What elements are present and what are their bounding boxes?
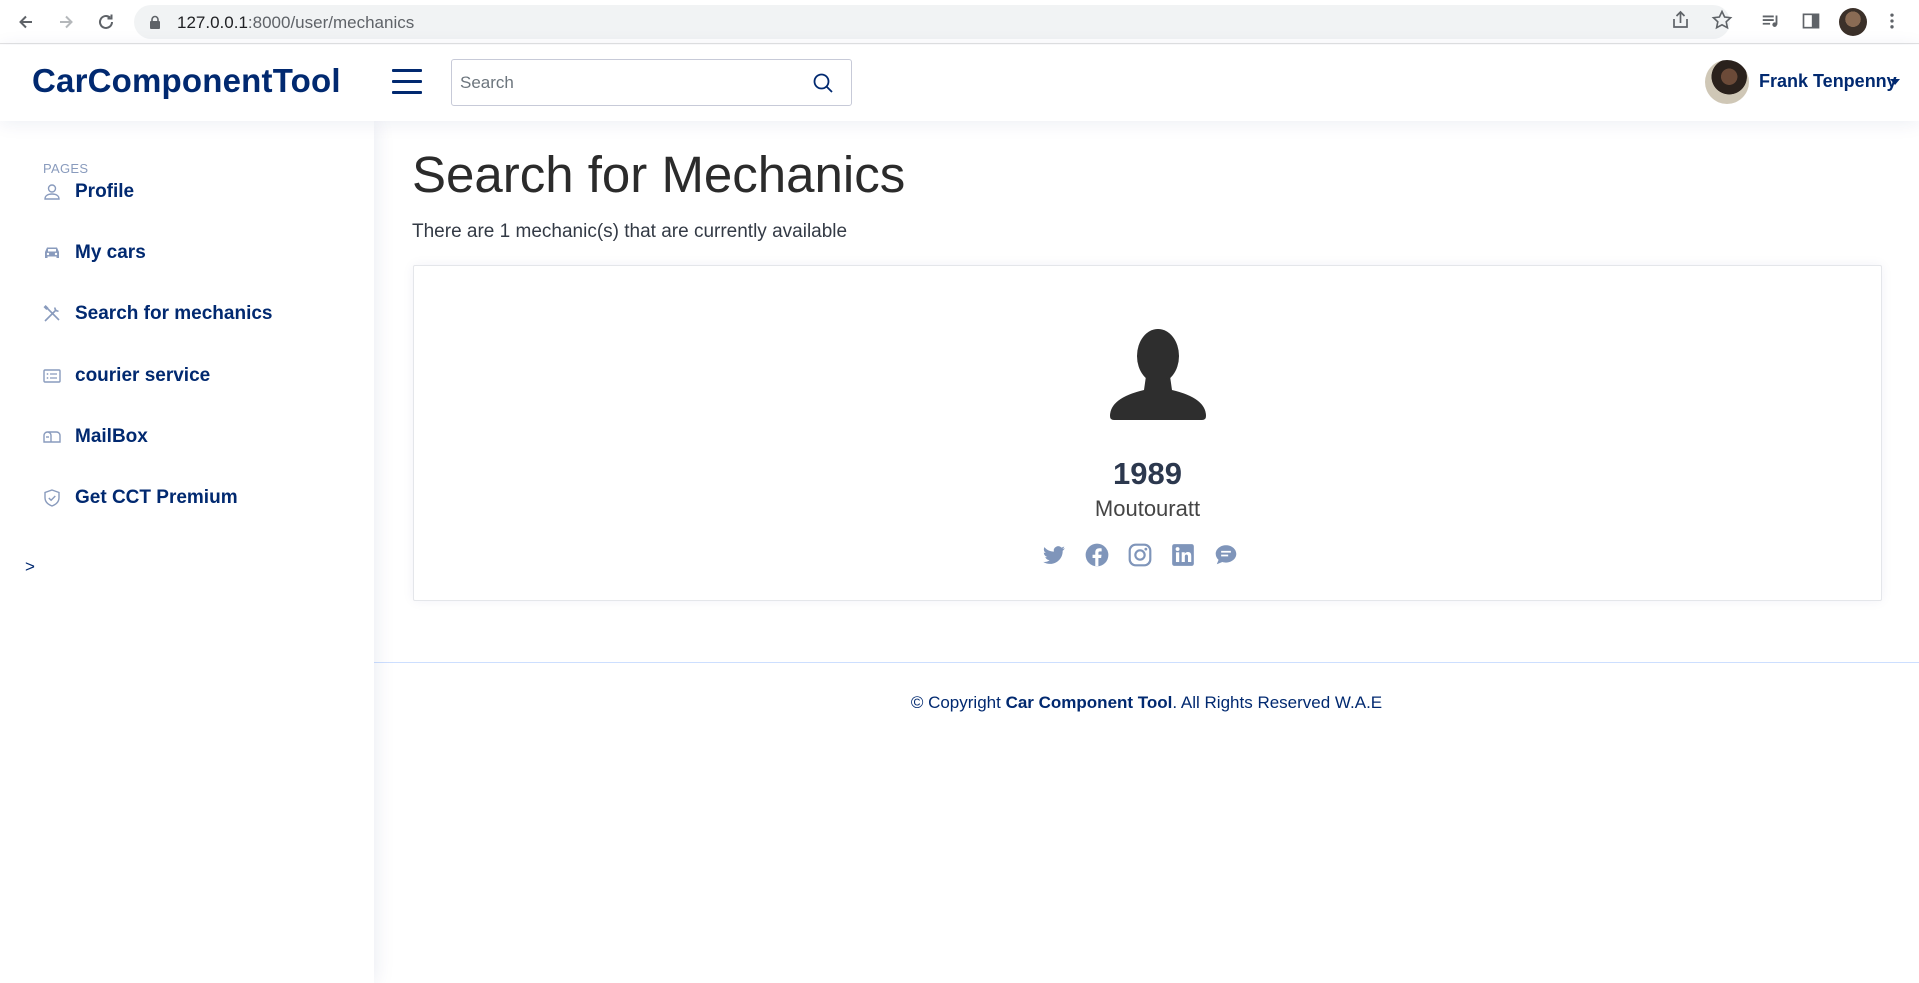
mechanic-name: 1989	[1113, 456, 1182, 491]
browser-profile-avatar[interactable]	[1839, 8, 1867, 36]
shield-check-icon	[40, 486, 64, 510]
browser-menu-button[interactable]	[1880, 9, 1904, 33]
sidebar-item-get-premium[interactable]: Get CCT Premium	[40, 481, 238, 515]
sidebar-item-search-mechanics[interactable]: Search for mechanics	[40, 297, 272, 331]
main-content: Search for Mechanics There are 1 mechani…	[374, 121, 1919, 983]
sidebar: PAGES Profile My cars Search for mechani…	[0, 121, 374, 983]
user-avatar[interactable]	[1705, 60, 1749, 104]
search-form	[451, 59, 852, 106]
chat-icon	[1215, 545, 1237, 565]
sidebar-item-my-cars[interactable]: My cars	[40, 236, 146, 270]
share-icon[interactable]	[1670, 9, 1692, 31]
person-icon	[40, 180, 64, 204]
facebook-icon	[1085, 543, 1109, 567]
mailbox-icon	[40, 425, 64, 449]
caret-down-icon[interactable]	[1890, 79, 1900, 85]
linkedin-icon	[1172, 544, 1194, 566]
search-input[interactable]	[460, 68, 800, 98]
more-vertical-icon	[1890, 13, 1894, 29]
sidebar-item-mailbox[interactable]: MailBox	[40, 420, 148, 454]
sidebar-item-label: courier service	[75, 365, 211, 386]
mechanic-card: 1989 Moutouratt	[413, 265, 1882, 601]
sidebar-item-label: Profile	[75, 181, 135, 202]
facebook-link[interactable]	[1084, 542, 1110, 568]
sidebar-heading: PAGES	[43, 161, 89, 176]
sidebar-item-label: Get CCT Premium	[75, 487, 238, 508]
social-links	[1041, 542, 1239, 568]
footer-brand: Car Component Tool	[1005, 693, 1173, 712]
twitter-icon	[1043, 546, 1065, 564]
app-logo[interactable]: CarComponentTool	[32, 62, 341, 100]
reload-icon	[99, 14, 113, 29]
card-list-icon	[40, 364, 64, 388]
side-panel-icon	[1802, 13, 1820, 29]
address-bar[interactable]: 127.0.0.1:8000/user/mechanics	[134, 5, 1730, 39]
sidebar-item-profile[interactable]: Profile	[40, 175, 134, 209]
media-list-icon	[1762, 15, 1778, 27]
avatar-placeholder-icon	[1110, 329, 1206, 420]
page-title: Search for Mechanics	[412, 146, 906, 203]
chat-link[interactable]	[1213, 542, 1239, 568]
availability-text: There are 1 mechanic(s) that are current…	[412, 221, 848, 242]
user-menu-name[interactable]: Frank Tenpenny	[1759, 71, 1897, 92]
sidebar-item-label: My cars	[75, 242, 146, 263]
sidebar-toggle-button[interactable]	[392, 69, 422, 99]
hamburger-line	[392, 69, 422, 72]
car-icon	[40, 241, 64, 265]
browser-toolbar: 127.0.0.1:8000/user/mechanics	[0, 0, 1919, 44]
reading-list-button[interactable]	[1759, 9, 1783, 33]
forward-button[interactable]	[54, 10, 78, 34]
side-panel-button[interactable]	[1799, 9, 1823, 33]
tools-icon	[40, 302, 64, 326]
sidebar-item-label: MailBox	[75, 426, 148, 447]
hamburger-line	[392, 91, 422, 94]
copyright-text: © Copyright Car Component Tool. All Righ…	[910, 693, 1383, 712]
linkedin-link[interactable]	[1170, 542, 1196, 568]
arrow-left-icon	[19, 15, 32, 29]
search-icon[interactable]	[812, 72, 834, 94]
reload-button[interactable]	[94, 10, 118, 34]
footer: © Copyright Car Component Tool. All Righ…	[374, 662, 1919, 732]
app-header: CarComponentTool Frank Tenpenny	[0, 45, 1919, 121]
bookmark-star-icon[interactable]	[1711, 9, 1733, 31]
sidebar-item-label: Search for mechanics	[75, 303, 273, 324]
url-text: 127.0.0.1:8000/user/mechanics	[177, 13, 415, 32]
sidebar-item-courier-service[interactable]: courier service	[40, 359, 210, 393]
hamburger-line	[392, 80, 422, 83]
back-button[interactable]	[14, 10, 38, 34]
lock-icon	[150, 15, 160, 29]
twitter-link[interactable]	[1041, 542, 1067, 568]
arrow-right-icon	[60, 15, 73, 29]
sidebar-collapse-toggle[interactable]: >	[25, 557, 35, 577]
instagram-link[interactable]	[1127, 542, 1153, 568]
mechanic-location: Moutouratt	[1094, 496, 1201, 521]
instagram-icon	[1128, 543, 1152, 567]
